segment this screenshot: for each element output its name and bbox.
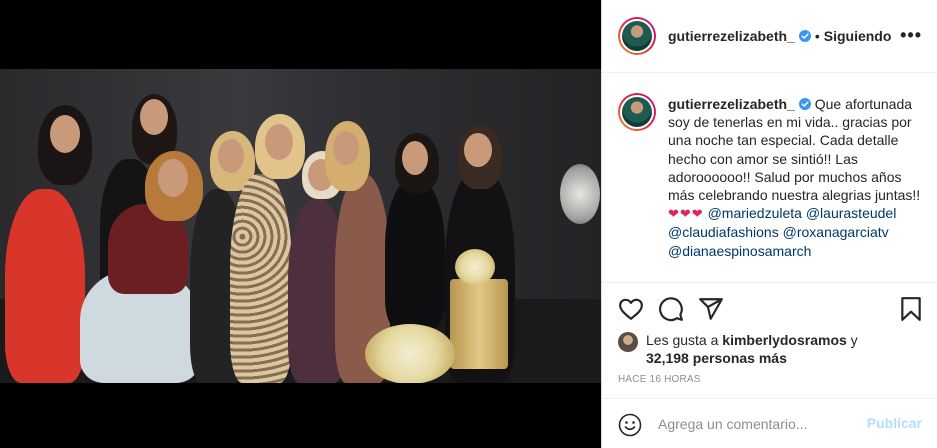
post-sidebar: gutierrezelizabeth_ • Siguiendo ••• guti… [601, 0, 937, 448]
post-modal: gutierrezelizabeth_ • Siguiendo ••• guti… [0, 0, 937, 448]
mention-link[interactable]: @laurasteudel [806, 205, 897, 221]
share-icon[interactable] [698, 296, 724, 322]
more-icon[interactable]: ••• [900, 26, 922, 44]
mention-link[interactable]: @claudiafashions [668, 224, 779, 240]
post-timestamp[interactable]: HACE 16 HORAS [618, 374, 701, 385]
mention-link[interactable]: @mariedzuleta [708, 205, 802, 221]
media-area [0, 0, 601, 448]
verified-badge-icon [798, 98, 811, 110]
likes-count[interactable]: 32,198 personas más [646, 350, 787, 366]
post-header: gutierrezelizabeth_ • Siguiendo ••• [602, 0, 937, 73]
likes-conj: y [850, 332, 858, 348]
heart-icon[interactable] [618, 296, 644, 322]
heart-emoji: ❤❤❤ [668, 206, 704, 222]
author-username[interactable]: gutierrezelizabeth_ [668, 28, 795, 44]
follow-status-button[interactable]: Siguiendo [824, 28, 892, 44]
emoji-icon[interactable] [618, 413, 642, 437]
liker-avatar[interactable] [618, 332, 638, 352]
caption-text: gutierrezelizabeth_ Que afortunada soy d… [668, 95, 924, 260]
likes-prefix: Les gusta a [646, 332, 719, 348]
comment-input[interactable] [658, 414, 858, 434]
post-photo[interactable] [0, 69, 601, 383]
caption-body: Que afortunada soy de tenerlas en mi vid… [668, 96, 921, 204]
caption-avatar[interactable] [618, 93, 656, 131]
comment-bar: Publicar [602, 398, 937, 448]
publish-button[interactable]: Publicar [867, 415, 922, 431]
avatar[interactable] [618, 17, 656, 55]
verified-badge-icon [798, 30, 811, 42]
separator: • [814, 28, 820, 44]
action-bar [602, 284, 937, 332]
comment-icon[interactable] [658, 296, 684, 322]
bookmark-icon[interactable] [898, 296, 924, 322]
liker-username[interactable]: kimberlydosramos [722, 332, 847, 348]
mention-link[interactable]: @roxanagarciatv [783, 224, 889, 240]
caption: gutierrezelizabeth_ Que afortunada soy d… [602, 73, 937, 283]
caption-username[interactable]: gutierrezelizabeth_ [668, 96, 795, 112]
mention-link[interactable]: @dianaespinosamarch [668, 243, 811, 259]
